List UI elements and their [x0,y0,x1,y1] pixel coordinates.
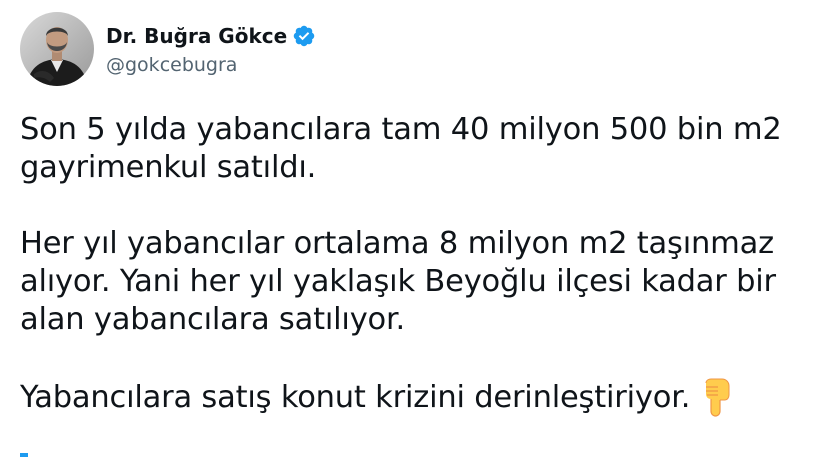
tweet-text: Son 5 yılda yabancılara tam 40 milyon 50… [20,111,820,417]
tweet-line: Son 5 yılda yabancılara tam 40 milyon 50… [20,112,782,147]
verified-badge-icon[interactable] [292,24,316,48]
tweet-header: Dr. Buğra Gökce @gokcebugra [20,11,316,87]
tweet-line: alan yabancılara satılıyor. [20,302,406,337]
name-row: Dr. Buğra Gökce [106,22,316,50]
tweet-line: Yabancılara satış konut krizini derinleş… [20,380,691,415]
avatar-photo-icon [20,12,94,86]
tweet-line: alıyor. Yani her yıl yaklaşık Beyoğlu il… [20,264,776,299]
pointing-down-hand-icon [698,377,734,417]
tweet-last-line: Yabancılara satış konut krizini derinleş… [20,377,820,417]
link-indicator [20,453,28,457]
author-display-name[interactable]: Dr. Buğra Gökce [106,24,287,48]
author-handle[interactable]: @gokcebugra [106,54,316,76]
author-info: Dr. Buğra Gökce @gokcebugra [106,22,316,76]
tweet-line: gayrimenkul satıldı. [20,150,317,185]
tweet-line: Her yıl yabancılar ortalama 8 milyon m2 … [20,226,774,261]
tweet: Dr. Buğra Gökce @gokcebugra Son 5 yılda … [0,0,834,457]
avatar[interactable] [20,12,94,86]
